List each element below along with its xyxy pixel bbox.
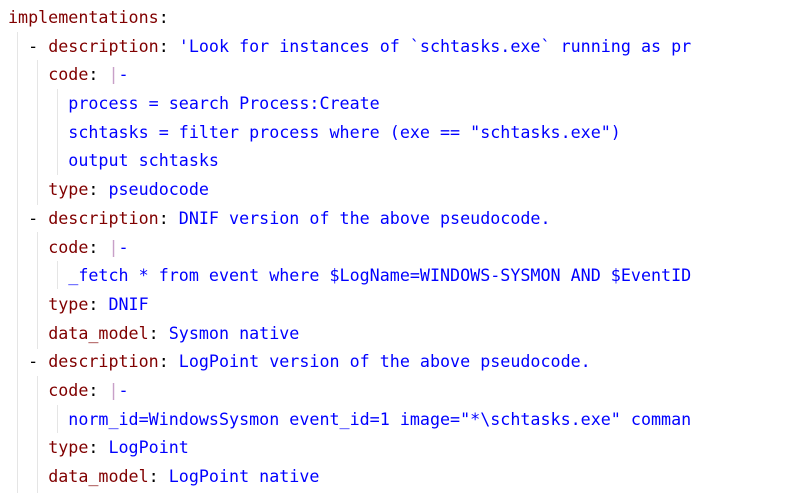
code-token-punct: - bbox=[8, 207, 49, 228]
code-token-val: pseudocode bbox=[108, 179, 209, 200]
code-token-val: process = search Process:Create bbox=[68, 93, 380, 114]
code-token-val: Sysmon native bbox=[168, 322, 300, 343]
code-token-val: - bbox=[118, 64, 129, 85]
code-line[interactable]: code: |- bbox=[8, 233, 691, 262]
code-token-punct: : bbox=[158, 207, 179, 228]
code-line[interactable]: - description: 'Look for instances of `s… bbox=[8, 32, 691, 61]
code-token-punct: : bbox=[88, 379, 109, 400]
code-token-punct bbox=[8, 265, 68, 285]
code-token-punct: : bbox=[158, 351, 179, 372]
code-token-lbar: | bbox=[108, 64, 119, 85]
code-line[interactable]: norm_id=WindowsSysmon event_id=1 image="… bbox=[8, 405, 691, 434]
code-token-key: type bbox=[48, 437, 89, 458]
code-token-punct: : bbox=[88, 236, 109, 257]
code-token-punct bbox=[8, 294, 48, 314]
code-token-punct bbox=[8, 150, 68, 170]
code-line[interactable]: type: LogPoint bbox=[8, 433, 691, 462]
code-token-val: DNIF version of the above pseudocode. bbox=[178, 207, 551, 228]
code-token-val: norm_id=WindowsSysmon event_id=1 image="… bbox=[68, 408, 692, 429]
code-token-punct bbox=[8, 64, 48, 84]
code-token-punct bbox=[8, 380, 48, 400]
code-token-val: output schtasks bbox=[68, 150, 219, 171]
code-line[interactable]: data_model: Sysmon native bbox=[8, 319, 691, 348]
code-token-val: - bbox=[118, 379, 129, 400]
code-token-punct bbox=[8, 237, 48, 257]
code-lines[interactable]: implementations: - description: 'Look fo… bbox=[8, 3, 691, 491]
code-line[interactable]: implementations: bbox=[8, 3, 691, 32]
code-token-punct: : bbox=[88, 293, 109, 314]
code-line[interactable]: type: DNIF bbox=[8, 290, 691, 319]
code-line[interactable]: process = search Process:Create bbox=[8, 89, 691, 118]
code-token-punct bbox=[8, 323, 48, 343]
code-token-punct: - bbox=[8, 35, 49, 56]
code-line[interactable]: - description: LogPoint version of the a… bbox=[8, 347, 691, 376]
code-token-punct bbox=[8, 466, 48, 486]
code-token-key: code bbox=[48, 379, 89, 400]
code-token-val: schtasks = filter process where (exe == … bbox=[68, 121, 621, 142]
code-line[interactable]: code: |- bbox=[8, 376, 691, 405]
code-token-lbar: | bbox=[108, 236, 119, 257]
code-token-val: _fetch * from event where $LogName=WINDO… bbox=[68, 265, 692, 286]
code-token-val: LogPoint bbox=[108, 437, 189, 458]
code-token-val: DNIF bbox=[108, 293, 149, 314]
code-editor[interactable]: implementations: - description: 'Look fo… bbox=[0, 0, 800, 493]
code-line[interactable]: type: pseudocode bbox=[8, 175, 691, 204]
code-token-punct: : bbox=[148, 322, 169, 343]
code-token-punct: : bbox=[158, 7, 169, 27]
code-token-key: data_model bbox=[48, 466, 149, 486]
code-token-key: description bbox=[48, 351, 159, 372]
code-line[interactable]: _fetch * from event where $LogName=WINDO… bbox=[8, 261, 691, 290]
code-token-val: LogPoint native bbox=[168, 466, 320, 486]
code-token-punct bbox=[8, 122, 68, 142]
code-token-val: 'Look for instances of `schtasks.exe` ru… bbox=[178, 35, 692, 56]
code-line[interactable]: data_model: LogPoint native bbox=[8, 462, 691, 491]
code-token-key: description bbox=[48, 207, 159, 228]
code-token-key: data_model bbox=[48, 322, 149, 343]
code-token-punct: : bbox=[148, 466, 169, 486]
code-token-punct: : bbox=[88, 64, 109, 85]
code-token-val: LogPoint version of the above pseudocode… bbox=[178, 351, 591, 372]
code-token-lbar: | bbox=[108, 379, 119, 400]
code-line[interactable]: schtasks = filter process where (exe == … bbox=[8, 118, 691, 147]
code-token-val: - bbox=[118, 236, 129, 257]
code-token-punct: : bbox=[88, 437, 109, 458]
code-line[interactable]: - description: DNIF version of the above… bbox=[8, 204, 691, 233]
code-token-key: implementations bbox=[8, 7, 159, 27]
code-line[interactable]: code: |- bbox=[8, 60, 691, 89]
code-token-punct: : bbox=[158, 35, 179, 56]
code-token-key: type bbox=[48, 293, 89, 314]
code-token-key: code bbox=[48, 236, 89, 257]
code-line[interactable]: output schtasks bbox=[8, 146, 691, 175]
code-token-key: code bbox=[48, 64, 89, 85]
code-token-punct bbox=[8, 93, 68, 113]
code-token-punct: - bbox=[8, 351, 49, 372]
code-token-punct bbox=[8, 409, 68, 429]
code-token-key: description bbox=[48, 35, 159, 56]
code-token-punct: : bbox=[88, 179, 109, 200]
code-token-punct bbox=[8, 437, 48, 457]
code-token-punct bbox=[8, 179, 48, 199]
code-token-key: type bbox=[48, 179, 89, 200]
